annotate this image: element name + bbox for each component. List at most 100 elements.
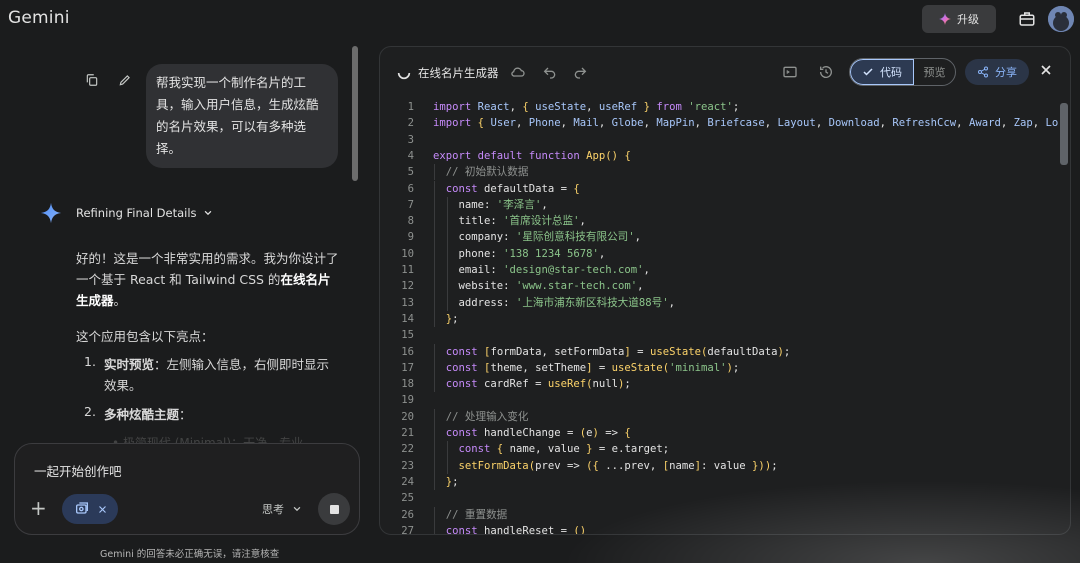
list-item-bold: 实时预览 xyxy=(104,357,155,372)
list-number: 1. xyxy=(84,354,96,369)
code-line: 8 title: '首席设计总监', xyxy=(380,213,1070,230)
avatar[interactable] xyxy=(1048,6,1074,32)
sparkle-icon xyxy=(939,13,951,25)
terminal-icon[interactable] xyxy=(782,64,798,80)
stop-button[interactable] xyxy=(318,493,350,525)
code-text: website: 'www.star-tech.com', xyxy=(458,280,644,293)
thinking-label: Refining Final Details xyxy=(76,206,197,220)
response-intro-end: 。 xyxy=(113,293,127,308)
code-line: 1 import React, { useState, useRef } from… xyxy=(380,99,1070,115)
code-line: 24 }; xyxy=(380,473,1070,491)
code-text: // 重置数据 xyxy=(445,508,508,521)
code-text: const { name, value } = e.target; xyxy=(458,443,670,456)
code-text: import React, { useState, useRef } from … xyxy=(433,101,740,113)
upgrade-button[interactable]: 升级 xyxy=(922,5,996,33)
highlights-intro: 这个应用包含以下亮点： xyxy=(76,329,214,344)
line-number: 8 xyxy=(407,215,414,228)
code-text: const cardRef = useRef(null); xyxy=(445,378,631,391)
briefcase-icon[interactable] xyxy=(1018,10,1036,28)
line-number: 13 xyxy=(401,296,414,309)
line-number: 7 xyxy=(407,198,414,211)
edit-icon[interactable] xyxy=(118,73,132,87)
add-icon[interactable]: + xyxy=(30,498,50,518)
code-line: 9 company: '星际创意科技有限公司', xyxy=(380,229,1070,246)
code-line: 25 xyxy=(380,490,1070,506)
line-number: 25 xyxy=(401,492,414,505)
code-text: const defaultData = { xyxy=(445,182,580,195)
line-number: 6 xyxy=(407,182,414,195)
user-message-bubble: 帮我实现一个制作名片的工具，输入用户信息，生成炫酷的名片效果，可以有多种选择。 xyxy=(146,64,338,168)
chat-scrollbar[interactable] xyxy=(352,46,358,181)
code-text: const [theme, setTheme] = useState('mini… xyxy=(445,361,740,374)
code-text: company: '星际创意科技有限公司', xyxy=(458,231,642,244)
line-number: 2 xyxy=(407,117,414,130)
prompt-input[interactable]: 一起开始创作吧 xyxy=(34,461,122,480)
avatar-image-icon xyxy=(1048,6,1074,32)
line-number: 4 xyxy=(407,149,414,162)
mode-label: 思考 xyxy=(262,503,284,516)
close-icon[interactable] xyxy=(98,505,107,514)
code-text: }; xyxy=(445,312,459,325)
code-line: 11 email: 'design@star-tech.com', xyxy=(380,262,1070,279)
undo-icon[interactable] xyxy=(542,64,558,80)
code-line: 21 const handleChange = (e) => { xyxy=(380,425,1070,442)
line-number: 27 xyxy=(401,524,414,535)
line-number: 26 xyxy=(401,508,414,521)
code-line: 4 export default function App() { xyxy=(380,148,1070,164)
code-line: 12 website: 'www.star-tech.com', xyxy=(380,278,1070,295)
code-line: 5 // 初始默认数据 xyxy=(380,164,1070,181)
share-button[interactable]: 分享 xyxy=(965,59,1029,85)
tab-preview-label: 预览 xyxy=(923,66,946,79)
list-item: 多种炫酷主题： xyxy=(104,404,334,425)
list-item-text: ： xyxy=(179,407,192,422)
list-number: 2. xyxy=(84,404,96,419)
history-icon[interactable] xyxy=(818,64,834,80)
thinking-toggle[interactable]: Refining Final Details xyxy=(76,206,213,220)
copy-icon[interactable] xyxy=(85,73,99,87)
code-text: export default function App() { xyxy=(433,149,631,162)
code-editor[interactable]: 1 import React, { useState, useRef } from… xyxy=(380,97,1070,535)
view-toggle: 代码 预览 xyxy=(849,58,956,86)
panel-title: 在线名片生成器 xyxy=(418,66,499,80)
code-line: 23 setFormData(prev => ({ ...prev, [name… xyxy=(380,457,1070,474)
close-icon[interactable] xyxy=(1038,62,1054,78)
code-line: 19 xyxy=(380,392,1070,408)
tab-code[interactable]: 代码 xyxy=(850,59,914,85)
code-line: 20 // 处理输入变化 xyxy=(380,408,1070,425)
code-scrollbar[interactable] xyxy=(1060,103,1068,165)
composer-box[interactable] xyxy=(14,443,360,535)
redo-icon[interactable] xyxy=(572,64,588,80)
app-title: Gemini xyxy=(8,8,70,28)
share-label: 分享 xyxy=(995,66,1017,79)
line-number: 24 xyxy=(401,475,414,488)
line-number: 23 xyxy=(401,459,414,472)
code-panel: 在线名片生成器 代码 预览 分享 1 import React, { useSta… xyxy=(379,46,1071,535)
code-text: const handleReset = () xyxy=(445,524,587,535)
code-text: import { User, Phone, Mail, Globe, MapPi… xyxy=(433,117,1059,130)
line-number: 5 xyxy=(407,166,414,179)
line-number: 21 xyxy=(401,427,414,439)
loading-spinner-icon xyxy=(397,72,411,80)
check-icon xyxy=(863,68,873,76)
tab-preview[interactable]: 预览 xyxy=(914,59,955,85)
line-number: 10 xyxy=(401,247,414,260)
canvas-tool-chip[interactable] xyxy=(62,494,118,524)
line-number: 12 xyxy=(401,280,414,293)
line-number: 19 xyxy=(401,394,414,407)
list-item: 实时预览：左侧输入信息，右侧即时显示效果。 xyxy=(104,354,334,396)
code-text: // 处理输入变化 xyxy=(445,410,529,423)
code-line: 17 const [theme, setTheme] = useState('m… xyxy=(380,359,1070,377)
code-line: 26 // 重置数据 xyxy=(380,506,1070,523)
code-text: const [formData, setFormData] = useState… xyxy=(445,345,791,358)
code-line: 27 const handleReset = () xyxy=(380,522,1070,535)
cloud-icon[interactable] xyxy=(510,64,526,80)
code-line: 6 const defaultData = { xyxy=(380,180,1070,197)
code-line: 15 xyxy=(380,327,1070,343)
code-text: phone: '138 1234 5678', xyxy=(458,247,606,260)
line-number: 22 xyxy=(401,443,414,456)
mode-select[interactable]: 思考 xyxy=(262,501,302,517)
code-line: 2 import { User, Phone, Mail, Globe, MapP… xyxy=(380,115,1070,131)
code-line: 3 xyxy=(380,132,1070,148)
tab-code-label: 代码 xyxy=(880,66,902,79)
code-text: title: '首席设计总监', xyxy=(458,215,586,228)
